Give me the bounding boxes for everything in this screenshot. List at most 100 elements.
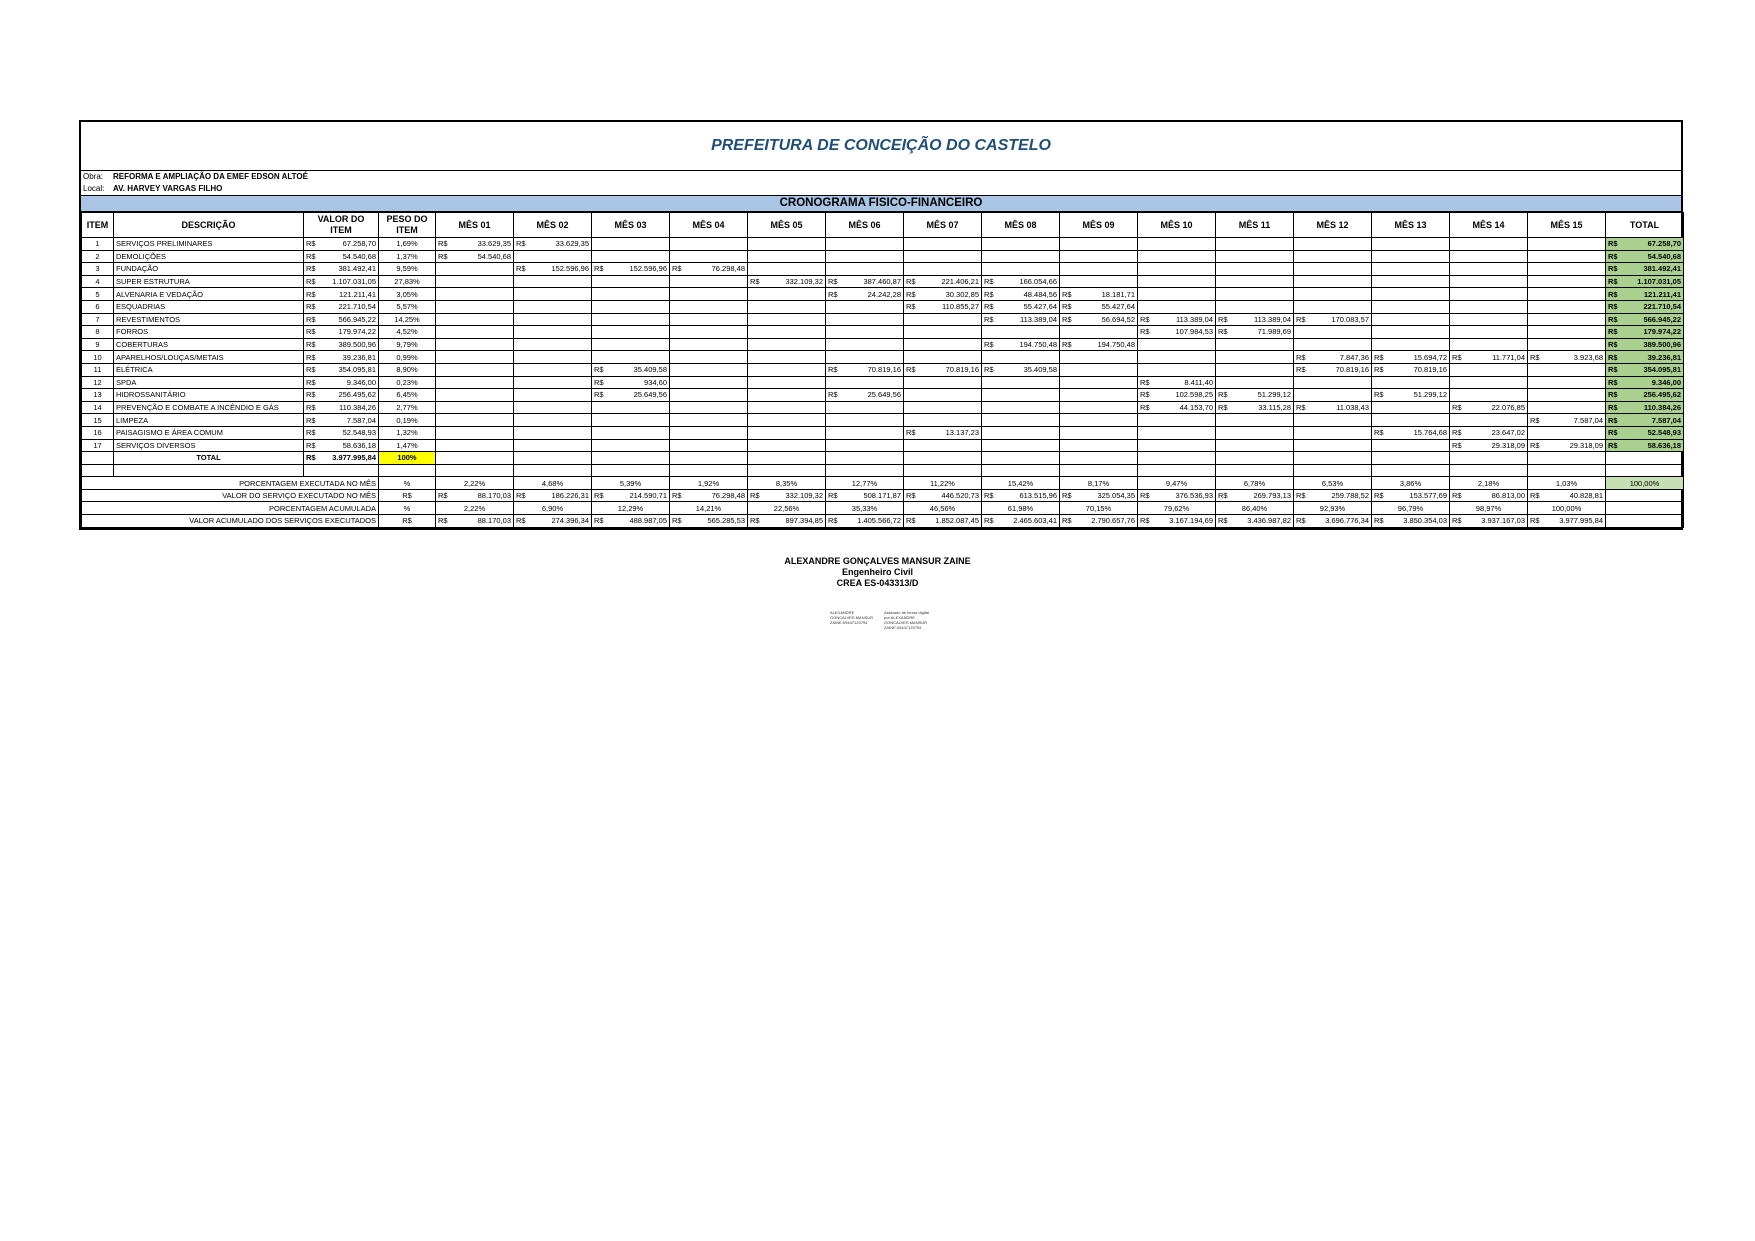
amount: 70.819,16 — [867, 365, 901, 375]
month-6-value — [825, 337, 904, 352]
item-weight: 0,99% — [378, 350, 436, 364]
currency-symbol: R$ — [828, 365, 838, 375]
amount: 55.427,64 — [1023, 302, 1057, 312]
currency-symbol: R$ — [1530, 415, 1540, 425]
amount: 88.170,03 — [477, 516, 511, 526]
currency-symbol: R$ — [1374, 428, 1384, 438]
currency-symbol: R$ — [1608, 264, 1618, 274]
summary-month-2: 6,90% — [513, 501, 592, 516]
spreadsheet: PREFEITURA DE CONCEIÇÃO DO CASTELO Obra:… — [79, 120, 1684, 530]
item-total: R$ 256.495,62 — [1605, 388, 1684, 402]
item-number: 10 — [81, 350, 114, 364]
total-row-empty — [1137, 451, 1216, 465]
currency-symbol: R$ — [1608, 289, 1618, 299]
month-9-value: R$ 18.181,71 — [1059, 287, 1138, 301]
month-15-value — [1527, 249, 1606, 264]
col-month-2: MÊS 02 — [513, 212, 592, 238]
amount: 7.587,04 — [1573, 415, 1603, 425]
item-weight: 0,19% — [378, 413, 436, 427]
currency-symbol: R$ — [1608, 377, 1618, 387]
item-total: R$ 1.107.031,05 — [1605, 274, 1684, 289]
table-row: 16 PAISAGISMO E ÁREA COMUM R$ 52.548,93 1,32… — [81, 425, 1684, 440]
currency-symbol: R$ — [1608, 340, 1618, 350]
item-total: R$ 54.540,68 — [1605, 249, 1684, 264]
spacer-cell — [903, 463, 982, 478]
month-6-value — [825, 237, 904, 251]
summary-month-10: R$ 3.167.194,69 — [1137, 514, 1216, 528]
summary-month-9: 70,15% — [1059, 501, 1138, 516]
currency-symbol: R$ — [1062, 302, 1072, 312]
spacer-cell — [513, 463, 592, 478]
summary-month-14: 98,97% — [1449, 501, 1528, 516]
currency-symbol: R$ — [906, 289, 916, 299]
total-row-empty — [1527, 451, 1606, 465]
amount: 29.318,09 — [1491, 440, 1525, 450]
amount: 51.299,12 — [1257, 390, 1291, 400]
month-5-value — [747, 375, 826, 390]
month-1-value — [435, 388, 514, 402]
amount: 35.409,58 — [1023, 365, 1057, 375]
amount: 381.492,41 — [1643, 264, 1681, 274]
month-7-value — [903, 262, 982, 276]
col-month-7: MÊS 07 — [903, 212, 982, 238]
item-value: R$ 389.500,96 — [303, 337, 379, 352]
summary-month-2: R$ 186.226,31 — [513, 488, 592, 503]
month-11-value — [1215, 337, 1294, 352]
currency-symbol: R$ — [828, 289, 838, 299]
currency-symbol: R$ — [1374, 491, 1384, 501]
table-row: 6 ESQUADRIAS R$ 221.710,54 5,57% R$ 110.855,27… — [81, 299, 1684, 314]
currency-symbol: R$ — [1062, 491, 1072, 501]
currency-symbol: R$ — [1452, 403, 1462, 413]
month-2-value — [513, 438, 592, 453]
amount: 221.710,54 — [1643, 302, 1681, 312]
summary-month-7: 11,22% — [903, 476, 982, 490]
month-10-value — [1137, 299, 1216, 314]
month-10-value — [1137, 262, 1216, 276]
month-5-value — [747, 388, 826, 402]
currency-symbol: R$ — [1608, 440, 1618, 450]
summary-month-11: 86,40% — [1215, 501, 1294, 516]
amount: 566.945,22 — [338, 314, 376, 324]
month-11-value — [1215, 350, 1294, 364]
month-4-value — [669, 438, 748, 453]
summary-month-13: R$ 3.850.354,03 — [1371, 514, 1450, 528]
currency-symbol: R$ — [594, 377, 604, 387]
month-6-value — [825, 425, 904, 440]
amount: 110.384,26 — [1643, 403, 1681, 413]
item-description: COBERTURAS — [113, 337, 304, 352]
item-description: FUNDAÇÃO — [113, 262, 304, 276]
month-15-value — [1527, 425, 1606, 440]
currency-symbol: R$ — [1140, 516, 1150, 526]
month-4-value — [669, 425, 748, 440]
summary-row: PORCENTAGEM EXECUTADA NO MÊS% 2,22% 4,68% 5… — [81, 476, 1684, 490]
month-4-value — [669, 388, 748, 402]
item-number: 15 — [81, 413, 114, 427]
month-1-value — [435, 350, 514, 364]
currency-symbol: R$ — [828, 277, 838, 287]
col-month-4: MÊS 04 — [669, 212, 748, 238]
total-label: TOTAL — [113, 451, 304, 465]
month-15-value — [1527, 312, 1606, 327]
month-1-value — [435, 274, 514, 289]
amount: 274.396,34 — [551, 516, 589, 526]
currency-symbol: R$ — [594, 516, 604, 526]
spacer-cell — [1137, 463, 1216, 478]
amount: 354.095,81 — [338, 365, 376, 375]
amount: 897.394,85 — [785, 516, 823, 526]
item-weight: 1,32% — [378, 425, 436, 440]
amount: 40.828,81 — [1569, 491, 1603, 501]
currency-symbol: R$ — [306, 289, 316, 299]
item-number: 17 — [81, 438, 114, 453]
item-description: LIMPEZA — [113, 413, 304, 427]
col-month-6: MÊS 06 — [825, 212, 904, 238]
item-total: R$ 58.636,18 — [1605, 438, 1684, 453]
month-3-value — [591, 249, 670, 264]
month-9-value — [1059, 237, 1138, 251]
month-14-value: R$ 22.076,85 — [1449, 400, 1528, 415]
month-8-value: R$ 194.750,48 — [981, 337, 1060, 352]
month-1-value: R$ 33.629,35 — [435, 237, 514, 251]
spacer-cell — [1605, 463, 1684, 478]
currency-symbol: R$ — [1140, 377, 1150, 387]
month-7-value — [903, 312, 982, 327]
total-row-empty — [747, 451, 826, 465]
